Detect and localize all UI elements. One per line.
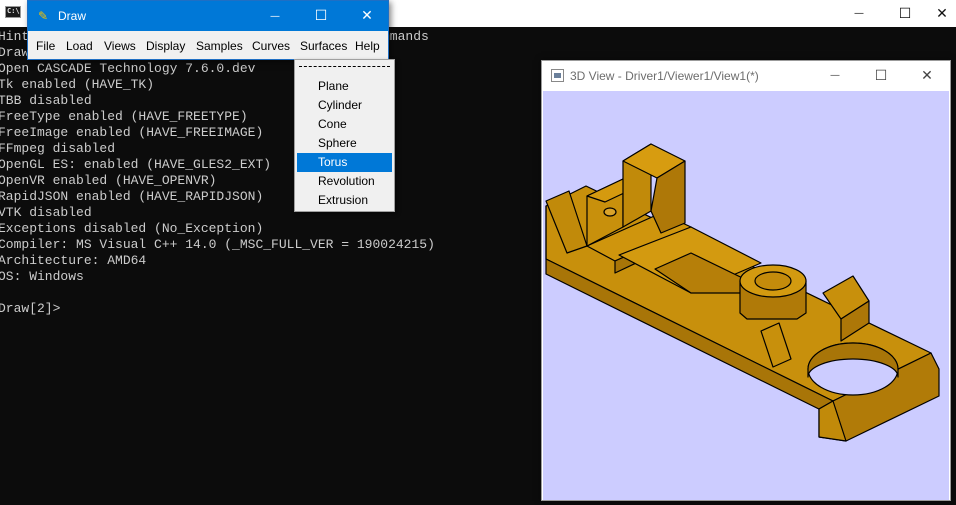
3d-viewport[interactable] bbox=[543, 91, 949, 500]
draw-window: ✎ Draw — ☐ ✕ File Load Views Display Sam… bbox=[27, 0, 389, 60]
draw-minimize-button[interactable]: — bbox=[252, 1, 298, 31]
console-maximize-button[interactable]: ☐ bbox=[882, 0, 928, 27]
menu-surfaces[interactable]: Surfaces bbox=[300, 38, 347, 54]
menu-display[interactable]: Display bbox=[146, 38, 185, 54]
surfaces-dropdown-menu: Plane Cylinder Cone Sphere Torus Revolut… bbox=[294, 59, 395, 212]
console-minimize-button[interactable]: — bbox=[836, 0, 882, 27]
window-app-icon bbox=[551, 69, 564, 82]
draw-maximize-button[interactable]: ☐ bbox=[298, 1, 344, 31]
draw-close-button[interactable]: ✕ bbox=[344, 1, 390, 31]
draw-window-title: Draw bbox=[58, 9, 87, 23]
3d-view-maximize-button[interactable]: ☐ bbox=[858, 61, 904, 90]
console-close-button[interactable]: ✕ bbox=[928, 0, 956, 27]
menu-tearoff-line[interactable] bbox=[299, 66, 390, 67]
menu-curves[interactable]: Curves bbox=[252, 38, 290, 54]
menu-file[interactable]: File bbox=[36, 38, 55, 54]
menu-item-extrusion[interactable]: Extrusion bbox=[297, 191, 392, 210]
console-partial-text: mmands bbox=[382, 29, 429, 44]
menu-item-revolution[interactable]: Revolution bbox=[297, 172, 392, 191]
menu-views[interactable]: Views bbox=[104, 38, 136, 54]
console-app-icon: C:\ bbox=[5, 6, 21, 18]
menu-load[interactable]: Load bbox=[66, 38, 93, 54]
menu-samples[interactable]: Samples bbox=[196, 38, 243, 54]
3d-view-window: 3D View - Driver1/Viewer1/View1(*) — ☐ ✕ bbox=[541, 60, 951, 501]
draw-titlebar[interactable]: ✎ Draw — ☐ ✕ bbox=[28, 1, 388, 31]
menu-item-torus[interactable]: Torus bbox=[297, 153, 392, 172]
menu-item-plane[interactable]: Plane bbox=[297, 77, 392, 96]
menu-item-cylinder[interactable]: Cylinder bbox=[297, 96, 392, 115]
3d-view-minimize-button[interactable]: — bbox=[812, 61, 858, 90]
draw-menubar: File Load Views Display Samples Curves S… bbox=[28, 31, 388, 59]
3d-model-render bbox=[545, 143, 940, 442]
menu-item-cone[interactable]: Cone bbox=[297, 115, 392, 134]
menu-item-sphere[interactable]: Sphere bbox=[297, 134, 392, 153]
menu-help[interactable]: Help bbox=[355, 38, 380, 54]
3d-view-title: 3D View - Driver1/Viewer1/View1(*) bbox=[570, 69, 759, 83]
3d-view-close-button[interactable]: ✕ bbox=[904, 61, 950, 90]
3d-view-titlebar[interactable]: 3D View - Driver1/Viewer1/View1(*) — ☐ ✕ bbox=[542, 61, 950, 90]
pencil-icon: ✎ bbox=[38, 9, 49, 23]
